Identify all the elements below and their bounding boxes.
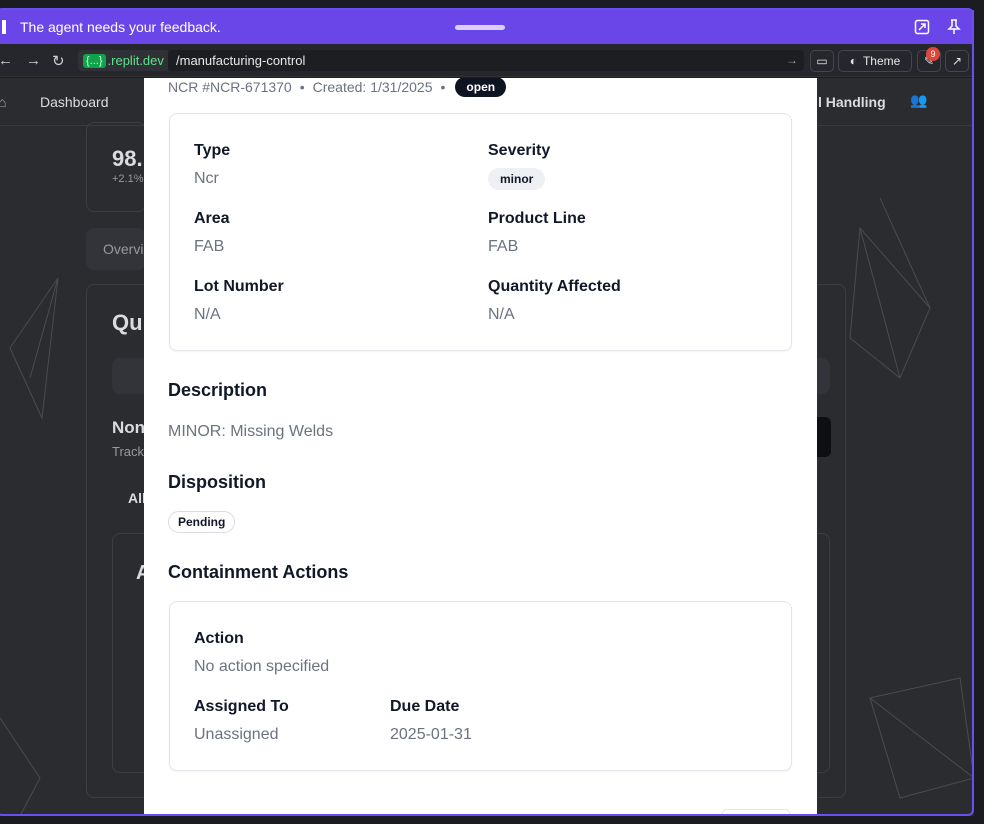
browser-frame: ⌂ Dashboard l Handling 👥 98. +2.1% Overv… <box>0 0 984 824</box>
window-border <box>0 8 974 816</box>
